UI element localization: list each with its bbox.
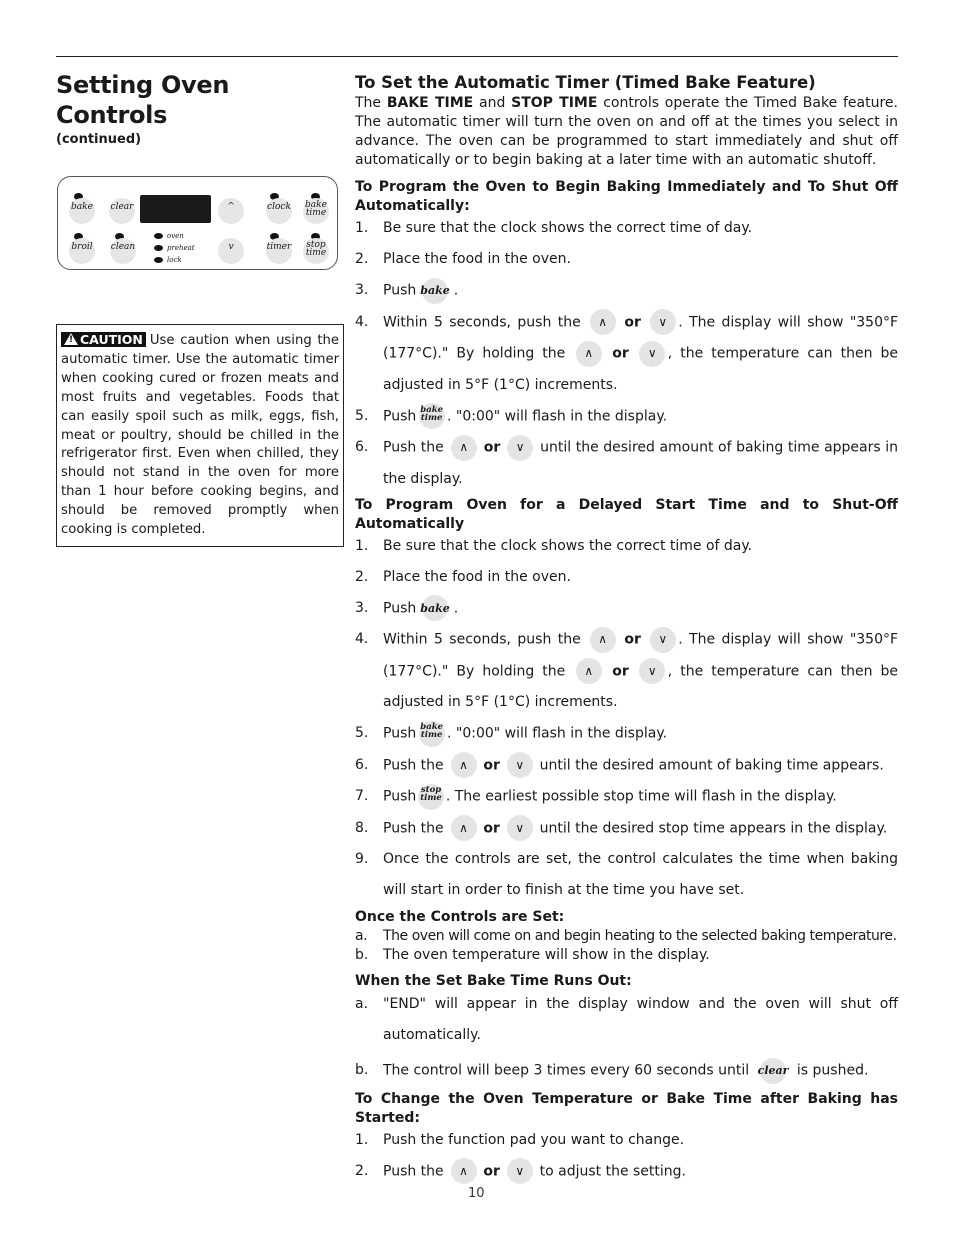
clock-pad: clock — [262, 198, 296, 224]
list-item: 5. Push bake time. "0:00" will flash in the… — [355, 401, 898, 433]
warning-triangle-icon: ! — [64, 333, 78, 345]
immediate-bake-steps: 1. Be sure that the clock shows the corre… — [355, 213, 898, 495]
bake-time-key-icon: bake time — [418, 401, 445, 432]
page-title: Setting Oven Controls — [56, 71, 230, 129]
down-arrow-key-icon: ∨ — [506, 1156, 533, 1187]
list-item: 6. Push the ∧ or ∨ until the desired amou… — [355, 750, 898, 782]
timer-pad: timer — [262, 238, 296, 264]
list-item: b. The oven temperature will show in the … — [355, 947, 710, 963]
control-panel-diagram: bake clear ^ clock bake time broil clean … — [57, 176, 338, 270]
list-item: a. The oven will come on and begin heatin… — [355, 928, 897, 944]
display-window — [140, 195, 211, 223]
top-rule — [56, 56, 898, 57]
list-item: 1. Be sure that the clock shows the corre… — [355, 537, 753, 554]
left-column: Setting Oven Controls (continued) — [56, 70, 338, 147]
page-number: 10 — [468, 1186, 485, 1201]
up-arrow-pad: ^ — [218, 198, 244, 224]
list-item: 6. Push the ∧ or ∨ until the desired amou… — [355, 432, 898, 495]
list-item: 4. Within 5 seconds, push the ∧ or ∨. The… — [355, 307, 898, 401]
preheat-indicator: preheat — [154, 244, 195, 252]
down-arrow-pad: v — [218, 238, 244, 264]
down-arrow-key-icon: ∨ — [639, 656, 666, 687]
oven-indicator: oven — [154, 232, 184, 240]
list-item: b. The control will beep 3 times every 60… — [355, 1055, 898, 1087]
down-arrow-key-icon: ∨ — [506, 750, 533, 781]
stop-time-pad: stop time — [303, 238, 329, 264]
list-item: 1. Push the function pad you want to chan… — [355, 1131, 685, 1148]
list-item: 8. Push the ∧ or ∨ until the desired stop… — [355, 813, 898, 845]
list-item: a. "END" will appear in the display windo… — [355, 996, 898, 1043]
caution-text: Use caution when using the automatic tim… — [61, 333, 339, 538]
caution-badge: ! CAUTION — [61, 332, 146, 347]
list-item: 4. Within 5 seconds, push the ∧ or ∨. The… — [355, 624, 898, 718]
down-arrow-key-icon: ∨ — [507, 432, 534, 463]
up-arrow-key-icon: ∧ — [589, 624, 616, 655]
list-item: 7. Push stop time. The earliest possible st… — [355, 781, 898, 813]
bake-key-icon: bake — [420, 275, 450, 306]
list-item: 1. Be sure that the clock shows the corre… — [355, 220, 753, 236]
bake-time-key-icon: bake time — [418, 718, 445, 749]
change-settings-steps: 1. Push the function pad you want to chan… — [355, 1125, 898, 1188]
list-item: 2. Push the ∧ or ∨ to adjust the setting. — [355, 1156, 898, 1188]
down-arrow-key-icon: ∨ — [649, 307, 676, 338]
delayed-start-heading: To Program Oven for a Delayed Start Time… — [355, 496, 898, 532]
list-item: 2. Place the food in the oven. — [355, 568, 571, 585]
time-runs-out-list: a. "END" will appear in the display windo… — [355, 989, 898, 1087]
bake-key-icon: bake — [420, 593, 450, 624]
up-arrow-key-icon: ∧ — [450, 432, 477, 463]
lock-indicator: lock — [154, 256, 182, 264]
up-arrow-key-icon: ∧ — [450, 750, 477, 781]
section-title: To Set the Automatic Timer (Timed Bake F… — [355, 73, 816, 92]
bake-time-pad: bake time — [303, 198, 329, 224]
up-arrow-key-icon: ∧ — [450, 813, 477, 844]
bake-pad: bake — [66, 198, 98, 224]
list-item: 5. Push bake time. "0:00" will flash in the… — [355, 718, 898, 750]
clean-pad: clean — [106, 238, 140, 264]
up-arrow-key-icon: ∧ — [589, 307, 616, 338]
broil-pad: broil — [66, 238, 98, 264]
main-column: To Set the Automatic Timer (Timed Bake F… — [355, 72, 898, 1187]
up-arrow-key-icon: ∧ — [575, 656, 602, 687]
up-arrow-key-icon: ∧ — [450, 1156, 477, 1187]
intro-paragraph: The BAKE TIME and STOP TIME controls ope… — [355, 95, 898, 168]
list-item: 2. Place the food in the oven. — [355, 251, 571, 267]
stop-time-key-icon: stop time — [418, 781, 445, 812]
down-arrow-key-icon: ∨ — [649, 624, 676, 655]
immediate-bake-heading: To Program the Oven to Begin Baking Imme… — [355, 179, 898, 214]
list-item: 3. Push bake. — [355, 593, 898, 625]
list-item: 3. Push bake. — [355, 275, 898, 307]
clear-pad: clear — [106, 198, 138, 224]
down-arrow-key-icon: ∨ — [506, 813, 533, 844]
caution-box: ! CAUTION Use caution when using the autom… — [56, 324, 344, 547]
change-settings-heading: To Change the Oven Temperature or Bake T… — [355, 1090, 898, 1126]
controls-set-heading: Once the Controls are Set: — [355, 909, 565, 925]
page-subtitle: (continued) — [56, 132, 142, 147]
delayed-start-steps: 1. Be sure that the clock shows the corre… — [355, 531, 898, 907]
controls-set-list: a. The oven will come on and begin heatin… — [355, 927, 898, 965]
down-arrow-key-icon: ∨ — [639, 338, 666, 369]
clear-key-icon: clear — [758, 1055, 788, 1086]
up-arrow-key-icon: ∧ — [575, 338, 602, 369]
list-item: 9. Once the controls are set, the control… — [355, 851, 898, 898]
